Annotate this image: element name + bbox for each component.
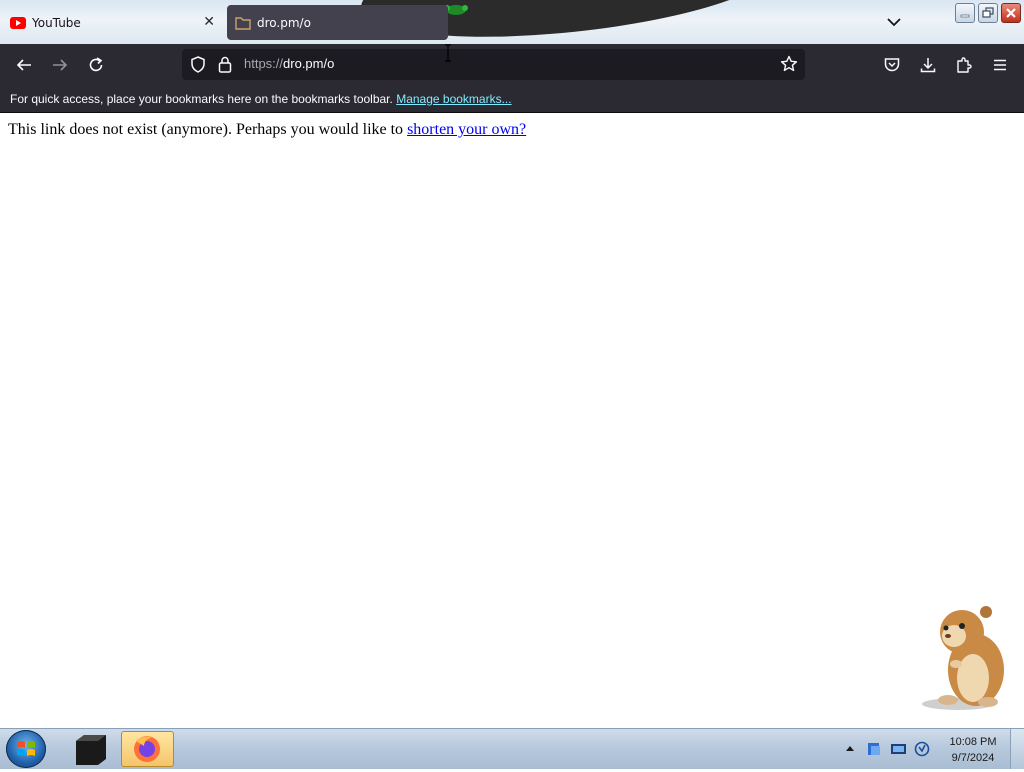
firefox-icon xyxy=(134,736,160,762)
show-desktop-button[interactable] xyxy=(1010,729,1024,769)
tab-youtube[interactable]: YouTube ✕ xyxy=(0,5,225,40)
url-scheme: https:// xyxy=(244,56,284,71)
tab-title: dro.pm/o xyxy=(257,15,311,30)
bookmark-star-icon[interactable] xyxy=(780,55,798,73)
windows-taskbar: 10:08 PM 9/7/2024 xyxy=(0,728,1024,769)
close-tab-icon[interactable]: ✕ xyxy=(203,14,215,30)
show-hidden-icons-arrow-icon[interactable] xyxy=(846,745,854,751)
forward-button[interactable] xyxy=(49,54,71,76)
bookmarks-toolbar-message: For quick access, place your bookmarks h… xyxy=(10,92,512,106)
system-clock[interactable]: 10:08 PM 9/7/2024 xyxy=(938,734,1008,766)
folder-icon xyxy=(235,15,251,31)
extensions-button[interactable] xyxy=(953,54,975,76)
navigation-toolbar: https://dro.pm/o xyxy=(0,44,1024,86)
tray-app-icon[interactable] xyxy=(866,741,882,757)
reload-icon xyxy=(89,57,103,72)
taskbar-app-terminal[interactable] xyxy=(66,731,116,767)
taskbar-app-firefox[interactable] xyxy=(121,731,174,767)
back-arrow-icon xyxy=(16,59,31,71)
restore-icon xyxy=(982,7,994,18)
clock-date: 9/7/2024 xyxy=(951,752,995,764)
tracking-protection-shield-icon[interactable] xyxy=(190,56,206,73)
reload-button[interactable] xyxy=(85,54,107,76)
tab-title: YouTube xyxy=(32,15,81,30)
clock-time: 10:08 PM xyxy=(949,736,997,748)
volume-icon[interactable] xyxy=(914,741,930,757)
tab-dro-pm[interactable]: dro.pm/o xyxy=(227,5,448,40)
network-monitor-icon[interactable] xyxy=(890,741,907,757)
terminal-box-icon xyxy=(76,735,106,765)
download-icon xyxy=(920,58,936,73)
list-all-tabs-button[interactable] xyxy=(884,12,904,32)
hamster-desktop-pet xyxy=(922,606,1004,710)
pocket-icon xyxy=(884,58,900,72)
minimize-button[interactable] xyxy=(955,3,975,23)
hamburger-menu-icon xyxy=(994,59,1006,71)
url-text[interactable]: https://dro.pm/o xyxy=(244,56,334,71)
text-cursor-icon xyxy=(445,44,451,62)
manage-bookmarks-link[interactable]: Manage bookmarks... xyxy=(396,92,511,106)
app-menu-button[interactable] xyxy=(989,54,1011,76)
lock-icon[interactable] xyxy=(218,56,232,73)
tab-strip: YouTube ✕ dro.pm/o xyxy=(0,0,1024,44)
downloads-button[interactable] xyxy=(917,54,939,76)
chevron-down-icon xyxy=(887,18,901,27)
close-window-button[interactable] xyxy=(1001,3,1021,23)
forward-arrow-icon xyxy=(53,59,68,71)
bookmarks-hint-text: For quick access, place your bookmarks h… xyxy=(10,92,393,106)
close-icon xyxy=(1006,8,1016,18)
address-bar[interactable]: https://dro.pm/o xyxy=(182,49,805,80)
restore-button[interactable] xyxy=(978,3,998,23)
shorten-your-own-link[interactable]: shorten your own? xyxy=(407,121,526,138)
url-host-path: dro.pm/o xyxy=(283,56,335,71)
youtube-icon xyxy=(10,15,26,31)
pocket-button[interactable] xyxy=(881,54,903,76)
page-content: This link does not exist (anymore). Perh… xyxy=(8,121,526,139)
minimize-icon xyxy=(960,14,970,18)
start-button[interactable] xyxy=(6,730,46,768)
puzzle-piece-icon xyxy=(957,57,972,73)
back-button[interactable] xyxy=(13,54,35,76)
windows-logo-icon xyxy=(17,741,35,756)
not-found-message: This link does not exist (anymore). Perh… xyxy=(8,121,404,138)
bookmarks-toolbar: For quick access, place your bookmarks h… xyxy=(0,86,1024,113)
